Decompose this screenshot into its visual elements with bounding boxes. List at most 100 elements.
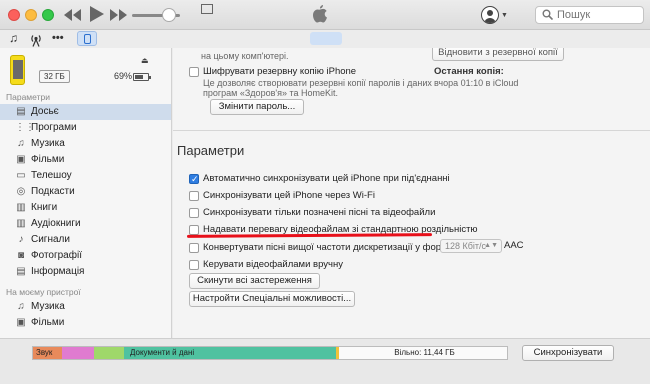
checked-only-checkbox[interactable] [189,208,199,218]
sidebar-item-label: Сигнали [31,234,70,245]
device-button[interactable] [77,31,97,46]
option-row-checked-only[interactable]: Синхронізувати тільки позначені пісні та… [189,206,435,220]
main-content: на цьому комп'ютері. Шифрувати резервну … [173,48,650,338]
storage-segment[interactable] [62,347,94,359]
bitrate-value: 128 Кбіт/с [445,241,487,251]
last-backup-label: Остання копія: [434,66,504,77]
device-tab-indicator [310,32,342,45]
checked-only-label: Синхронізувати тільки позначені пісні та… [203,207,436,218]
option-row-convert-bitrate[interactable]: Конвертувати пісні вищої частоти дискрет… [189,241,457,255]
miniplayer-icon[interactable] [201,4,213,14]
sidebar-item-8[interactable]: ♪ Сигнали [0,232,171,248]
apple-logo-icon [313,5,327,23]
book-icon: ▥ [16,202,26,213]
device-item-0[interactable]: ♫ Музика [0,299,171,315]
minimize-window-button[interactable] [25,9,37,21]
change-password-button[interactable]: Змінити пароль... [210,99,304,115]
wifi-sync-checkbox[interactable] [189,191,199,201]
chevron-down-icon: ▼ [501,12,508,19]
storage-free-label: Вільно: 11,44 ГБ [394,348,455,357]
option-row-auto-sync[interactable]: Автоматично синхронізувати цей iPhone пр… [189,172,450,186]
film-icon: ▣ [16,154,26,165]
encrypt-backup-checkbox[interactable] [189,67,199,77]
zoom-window-button[interactable] [42,9,54,21]
sidebar-item-5[interactable]: ◎ Подкасти [0,184,171,200]
film-icon: ▣ [16,317,26,328]
convert-bitrate-checkbox[interactable] [189,243,199,253]
encrypt-backup-label: Шифрувати резервну копію iPhone [203,66,357,77]
radio-icon[interactable] [29,32,43,49]
music-note-icon[interactable]: ♫ [9,30,18,47]
storage-segment[interactable]: Документи й дані [124,347,336,359]
volume-slider-knob[interactable] [162,8,176,22]
sidebar-item-label: Подкасти [31,186,75,197]
backup-this-computer-text: на цьому комп'ютері. [201,51,289,61]
sidebar-item-label: Телешоу [31,170,72,181]
storage-bar-area: Звук Документи й дані Вільно: 11,44 ГБ Син… [0,338,650,384]
device-card[interactable]: ⏏ 32 ГБ 69% [0,48,171,90]
camera-icon: ◙ [17,250,25,261]
accessibility-button[interactable]: Настройти Спеціальні можливості... [189,291,355,307]
restore-backup-button[interactable]: Відновити з резервної копії [432,48,564,61]
device-item-label: Фільми [31,317,65,328]
sidebar-item-1[interactable]: ⋮⋮ Програми [0,120,171,136]
search-field[interactable] [535,6,644,24]
highlight-underline-auto-sync [186,233,433,238]
iphone-image [10,55,25,85]
capacity-badge: 32 ГБ [39,70,70,83]
apps-icon: ⋮⋮ [15,122,35,133]
chevron-down-icon: ▲▼ [484,242,498,249]
search-input[interactable] [557,8,639,22]
sidebar-item-label: Досьє [31,106,59,117]
option-row-manual-video[interactable]: Керувати відеофайлами вручну [189,258,343,272]
sidebar-item-4[interactable]: ▭ Телешоу [0,168,171,184]
sidebar-item-label: Музика [31,138,65,149]
search-icon [542,9,553,20]
sidebar-item-2[interactable]: ♫ Музика [0,136,171,152]
iphone-icon [84,34,91,44]
sidebar-item-label: Програми [31,122,77,133]
play-icon[interactable] [86,3,106,25]
device-item-1[interactable]: ▣ Фільми [0,315,171,331]
convert-bitrate-label: Конвертувати пісні вищої частоти дискрет… [203,242,457,253]
storage-capacity-bar[interactable]: Звук Документи й дані Вільно: 11,44 ГБ [32,346,508,360]
sidebar-item-10[interactable]: ▤ Інформація [0,264,171,280]
account-button[interactable]: ▼ [481,5,508,25]
bitrate-select[interactable]: 128 Кбіт/с ▲▼ [440,239,502,253]
sidebar-item-6[interactable]: ▥ Книги [0,200,171,216]
auto-sync-checkbox[interactable] [189,172,199,186]
sidebar-item-label: Книги [31,202,58,213]
sync-button[interactable]: Синхронізувати [522,345,614,361]
option-row-wifi-sync[interactable]: Синхронізувати цей iPhone через Wi-Fi [189,189,375,203]
toolbar: ▼ [0,0,650,30]
sidebar-section-on-device: На моєму пристрої [6,287,81,297]
manual-video-checkbox[interactable] [189,260,199,270]
battery-icon [133,73,151,81]
battery-percent: 69% [114,71,133,81]
rewind-icon[interactable] [63,5,83,25]
tv-icon: ▭ [16,170,26,181]
reset-warnings-button[interactable]: Скинути всі застереження [189,273,320,289]
backup-section: на цьому комп'ютері. Шифрувати резервну … [173,48,650,130]
info-icon: ▤ [16,266,26,277]
storage-segment[interactable]: Звук [33,347,62,359]
encrypt-backup-checkbox-row[interactable]: Шифрувати резервну копію iPhone [189,65,356,79]
music-icon: ♫ [17,301,25,312]
sidebar-item-label: Фільми [31,154,65,165]
more-icon[interactable]: ••• [52,30,64,47]
sidebar-item-7[interactable]: ▥ Аудіокниги [0,216,171,232]
sidebar: ⏏ 32 ГБ 69% Параметри ▤ Досьє ⋮⋮ Програми ♫ М… [0,48,172,338]
fast-forward-icon[interactable] [108,5,128,25]
sidebar-item-0[interactable]: ▤ Досьє [0,104,171,120]
sidebar-item-9[interactable]: ◙ Фотографії [0,248,171,264]
account-icon [481,6,499,24]
close-window-button[interactable] [8,9,20,21]
codec-label: AAC [504,240,524,251]
sd-video-checkbox[interactable] [189,225,199,235]
device-item-label: Музика [31,301,65,312]
itunes-window: ▼ ♫ ••• ⏏ 32 ГБ 69% Параметри ▤ Досьє ⋮⋮Пр… [0,0,650,384]
eject-icon[interactable]: ⏏ [141,56,149,65]
storage-segment[interactable] [94,347,124,359]
sidebar-item-label: Інформація [31,266,85,277]
sidebar-item-3[interactable]: ▣ Фільми [0,152,171,168]
